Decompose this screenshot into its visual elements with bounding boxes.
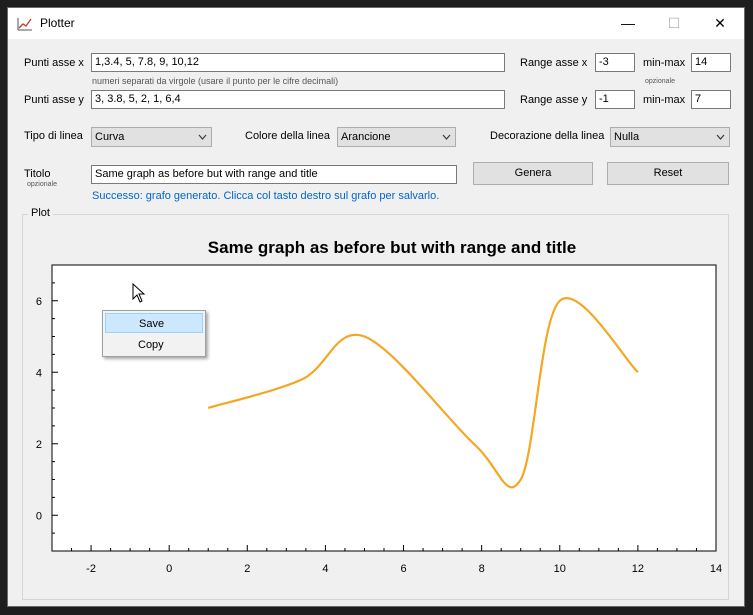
x-tick-label: 14 [710,563,722,575]
x-tick-label: -2 [86,563,96,575]
context-menu-save[interactable]: Save [105,313,203,333]
context-menu-copy[interactable]: Copy [105,335,203,355]
plot-area [51,264,717,552]
x-tick-label: 6 [400,563,406,575]
x-tick-label: 12 [632,563,644,575]
x-tick-label: 0 [166,563,172,575]
plotter-window: Plotter — ☐ ✕ Punti asse x 1,3.4, 5, 7.8… [7,7,745,607]
y-tick-label: 4 [36,367,42,379]
mouse-cursor-icon [132,283,146,303]
x-tick-label: 4 [322,563,328,575]
context-menu: Save Copy [102,310,206,357]
x-tick-label: 10 [554,563,566,575]
plot-chart[interactable]: Same graph as before but with range and … [8,8,744,606]
y-tick-label: 0 [36,510,42,522]
y-tick-label: 6 [36,296,42,308]
x-tick-label: 2 [244,563,250,575]
chart-title: Same graph as before but with range and … [208,238,576,257]
y-tick-label: 2 [36,439,42,451]
x-tick-label: 8 [479,563,485,575]
